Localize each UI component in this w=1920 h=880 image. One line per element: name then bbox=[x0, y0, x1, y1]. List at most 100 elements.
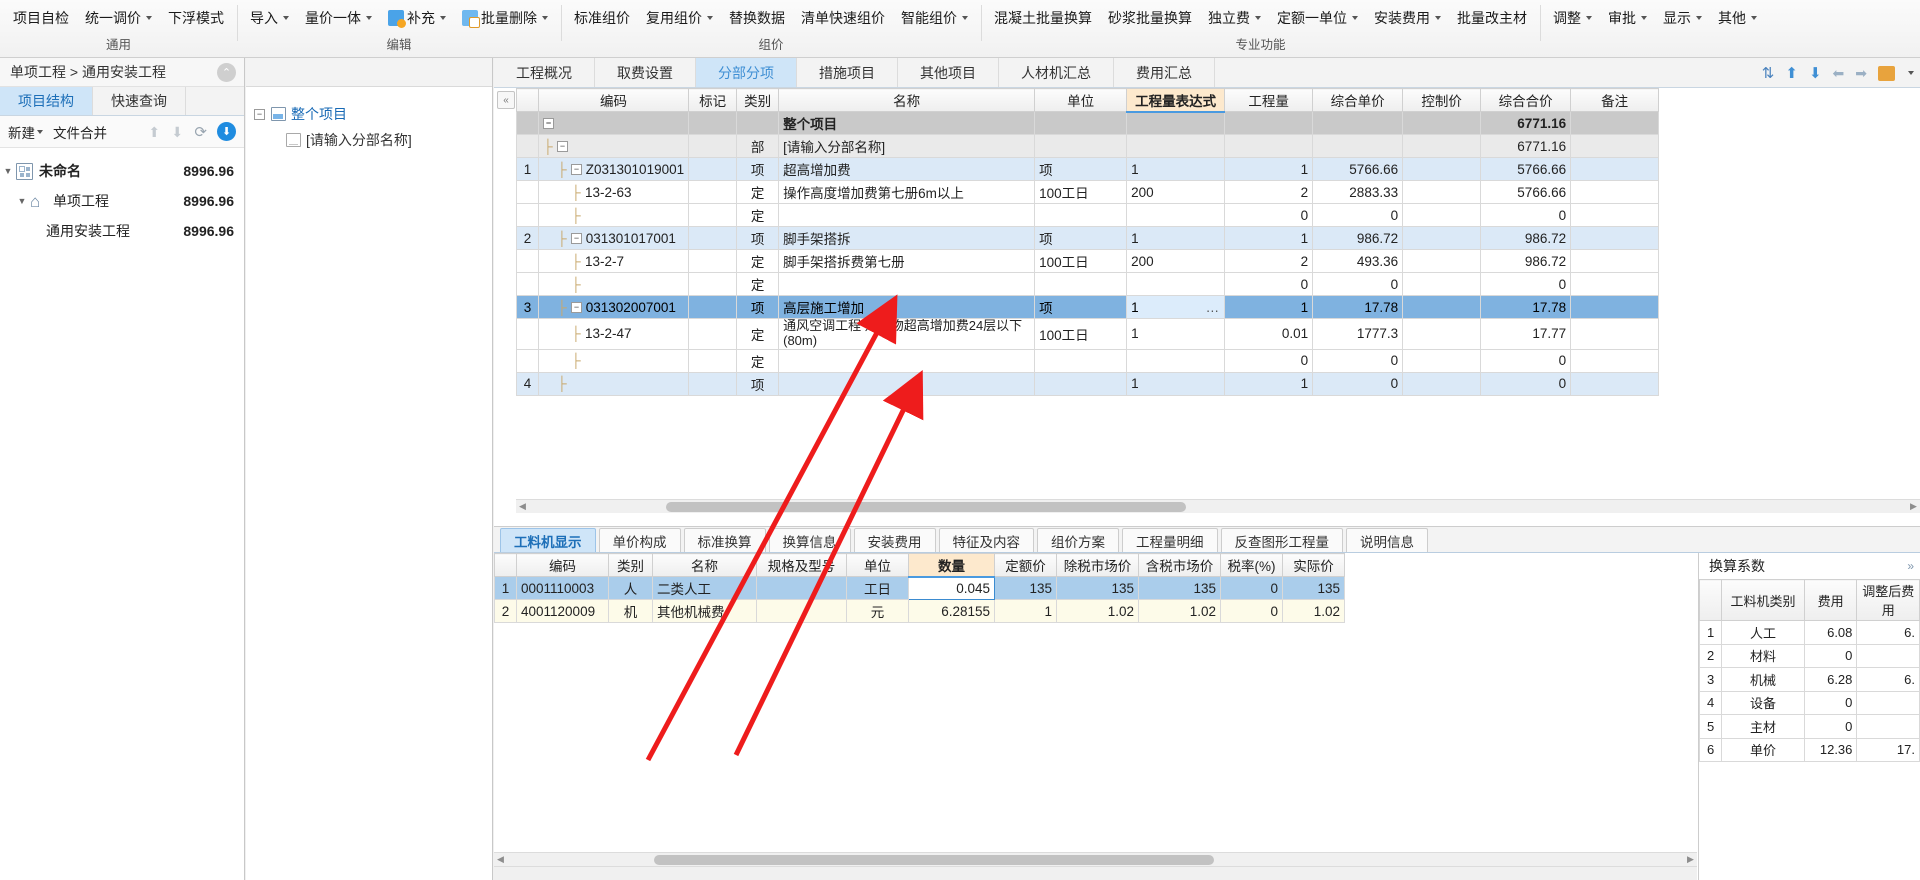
table-cell-seq[interactable] bbox=[516, 318, 539, 350]
table-cell-mark[interactable] bbox=[688, 295, 738, 319]
grid-horizontal-scrollbar[interactable]: ◀ ▶ bbox=[516, 499, 1920, 513]
table-cell-expr[interactable]: 1 bbox=[1126, 318, 1226, 350]
table-cell-name[interactable] bbox=[778, 348, 1036, 373]
table-cell-cat[interactable]: 定 bbox=[736, 348, 780, 373]
table-cell-cat[interactable]: 定 bbox=[736, 318, 780, 350]
scrollbar-thumb[interactable] bbox=[666, 502, 1186, 512]
grid-column-header[interactable]: 类别 bbox=[608, 553, 653, 577]
table-cell-remark[interactable] bbox=[1570, 272, 1660, 296]
table-cell-fee[interactable]: 12.36 bbox=[1803, 737, 1858, 762]
table-cell-unit[interactable]: 项 bbox=[1034, 157, 1128, 181]
grid-column-header[interactable]: 工料机类别 bbox=[1721, 579, 1805, 621]
table-cell-price[interactable]: 5766.66 bbox=[1312, 157, 1404, 181]
table-cell-cat[interactable]: 项 bbox=[736, 371, 780, 396]
tab-project-structure[interactable]: 项目结构 bbox=[0, 87, 93, 115]
ribbon-button-batch-delete[interactable]: 批量删除 bbox=[455, 6, 555, 30]
table-cell-ctrl[interactable] bbox=[1402, 371, 1482, 396]
tab-conversion-info[interactable]: 换算信息 bbox=[768, 528, 851, 552]
tab-labor-material-summary[interactable]: 人材机汇总 bbox=[999, 58, 1114, 87]
table-cell-seq[interactable]: 4 bbox=[1698, 690, 1723, 715]
table-cell-name[interactable]: 整个项目 bbox=[778, 111, 1036, 135]
refresh-icon[interactable]: ⟳ bbox=[194, 123, 207, 141]
table-cell-code[interactable]: ├ − bbox=[537, 134, 690, 158]
tab-pricing-plan[interactable]: 组价方案 bbox=[1037, 528, 1119, 552]
table-cell-mark[interactable] bbox=[688, 226, 738, 250]
table-cell-seq[interactable] bbox=[516, 249, 539, 273]
table-row[interactable]: ├ 定 0 0 0 bbox=[516, 272, 1660, 296]
table-cell-mark[interactable] bbox=[688, 272, 738, 296]
tab-reverse-graphic-quantity[interactable]: 反查图形工程量 bbox=[1220, 528, 1343, 552]
ribbon-button-approve[interactable]: 审批 bbox=[1601, 7, 1654, 29]
table-cell-remark[interactable] bbox=[1570, 111, 1660, 135]
tab-description-info[interactable]: 说明信息 bbox=[1346, 528, 1428, 552]
new-button[interactable]: 新建 bbox=[8, 122, 43, 142]
ribbon-button-qty-price[interactable]: 量价一体 bbox=[298, 7, 379, 29]
table-row[interactable]: 4 ├ 项 1 1 0 0 bbox=[516, 371, 1660, 396]
table-cell-seq[interactable] bbox=[516, 203, 539, 227]
table-cell-qty[interactable]: 0.045 bbox=[908, 576, 995, 600]
table-cell-unit[interactable] bbox=[1034, 111, 1128, 135]
ribbon-button-import[interactable]: 导入 bbox=[243, 7, 296, 29]
expand-toggle-icon[interactable]: ▼ bbox=[14, 196, 30, 206]
grid-column-header[interactable]: 单位 bbox=[1034, 88, 1128, 112]
table-row[interactable]: 1 ├ − Z031301019001 项超高增加费项 1 1 5766.66 5766.6… bbox=[516, 157, 1660, 181]
table-cell-expr[interactable] bbox=[1126, 134, 1226, 158]
collapse-box-icon[interactable]: − bbox=[571, 164, 582, 176]
table-cell-unit[interactable]: 项 bbox=[1034, 226, 1128, 250]
table-cell-nprice[interactable]: 1.02 bbox=[1056, 599, 1139, 623]
arrow-up-icon[interactable]: ⬆ bbox=[1785, 64, 1798, 82]
grid-column-header[interactable]: 名称 bbox=[652, 553, 757, 577]
grid-column-header[interactable]: 除税市场价 bbox=[1056, 553, 1139, 577]
ribbon-button-quick-pricing[interactable]: 清单快速组价 bbox=[794, 7, 892, 29]
tab-other-items[interactable]: 其他项目 bbox=[898, 58, 999, 87]
table-cell-code[interactable]: ├ − 031301017001 bbox=[537, 226, 690, 250]
table-row[interactable]: ├ 13-2-7 定脚手架搭拆费第七册 100工日 200 2 493.36 986.72 bbox=[516, 249, 1660, 273]
table-cell-expr[interactable]: 1 bbox=[1126, 226, 1226, 250]
table-cell-code[interactable]: ├ − 031302007001 bbox=[537, 295, 690, 319]
table-cell-cat[interactable]: 人 bbox=[608, 576, 653, 600]
table-cell-cat[interactable]: 项 bbox=[736, 295, 780, 319]
table-cell-total[interactable]: 5766.66 bbox=[1480, 180, 1572, 204]
table-cell-cat[interactable]: 定 bbox=[736, 249, 780, 273]
table-cell-mark[interactable] bbox=[688, 203, 738, 227]
table-cell-unit[interactable] bbox=[1034, 203, 1128, 227]
table-cell-seq[interactable]: 1 bbox=[516, 157, 539, 181]
table-cell-name[interactable]: 通风空调工程 建筑物超高增加费24层以下(80m) bbox=[778, 318, 1036, 350]
table-cell-name[interactable]: 脚手架搭拆 bbox=[778, 226, 1036, 250]
table-cell-total[interactable]: 0 bbox=[1480, 371, 1572, 396]
ribbon-button-replace-data[interactable]: 替换数据 bbox=[722, 7, 792, 29]
table-cell-cat[interactable]: 项 bbox=[736, 226, 780, 250]
ribbon-button-quota-unit[interactable]: 定额一单位 bbox=[1270, 7, 1365, 29]
table-cell-ctrl[interactable] bbox=[1402, 348, 1482, 373]
table-cell-remark[interactable] bbox=[1570, 348, 1660, 373]
table-cell-cat[interactable]: 定 bbox=[736, 203, 780, 227]
table-cell-total[interactable]: 0 bbox=[1480, 203, 1572, 227]
download-icon[interactable]: ⬇ bbox=[217, 122, 236, 141]
grid-column-header[interactable]: 编码 bbox=[516, 553, 609, 577]
grid-column-header[interactable]: 名称 bbox=[778, 88, 1036, 112]
table-cell-name[interactable]: 其他机械费 bbox=[652, 599, 757, 623]
table-cell-cat[interactable]: 人工 bbox=[1721, 620, 1805, 645]
ribbon-button-standard-pricing[interactable]: 标准组价 bbox=[567, 7, 637, 29]
table-cell-remark[interactable] bbox=[1570, 180, 1660, 204]
table-cell-ctrl[interactable] bbox=[1402, 134, 1482, 158]
table-cell-total[interactable]: 0 bbox=[1480, 348, 1572, 373]
table-cell-name[interactable] bbox=[778, 272, 1036, 296]
table-cell-mark[interactable] bbox=[688, 371, 738, 396]
table-row[interactable]: 2 4001120009 机其他机械费元 6.28155 1 1.02 1.02 0 1.02 bbox=[494, 599, 1345, 623]
table-cell-adj[interactable] bbox=[1856, 690, 1920, 715]
table-cell-unit[interactable] bbox=[1034, 134, 1128, 158]
table-cell-total[interactable]: 986.72 bbox=[1480, 249, 1572, 273]
table-cell-spec[interactable] bbox=[756, 576, 847, 600]
table-cell-code[interactable]: ├ 13-2-63 bbox=[537, 180, 690, 204]
scroll-right-icon[interactable]: ▶ bbox=[1684, 853, 1697, 866]
table-cell-unit[interactable]: 元 bbox=[846, 599, 909, 623]
table-cell-cat[interactable]: 单价 bbox=[1721, 737, 1805, 762]
detail-horizontal-scrollbar[interactable]: ◀ ▶ bbox=[494, 852, 1697, 866]
table-cell-ctrl[interactable] bbox=[1402, 295, 1482, 319]
table-cell-cat[interactable]: 机械 bbox=[1721, 667, 1805, 692]
move-up-icon[interactable] bbox=[148, 124, 161, 139]
table-cell-unit[interactable]: 工日 bbox=[846, 576, 909, 600]
tree-node-unnamed[interactable]: ▼ 未命名 8996.96 bbox=[0, 156, 244, 186]
table-cell-total[interactable]: 6771.16 bbox=[1480, 111, 1572, 135]
